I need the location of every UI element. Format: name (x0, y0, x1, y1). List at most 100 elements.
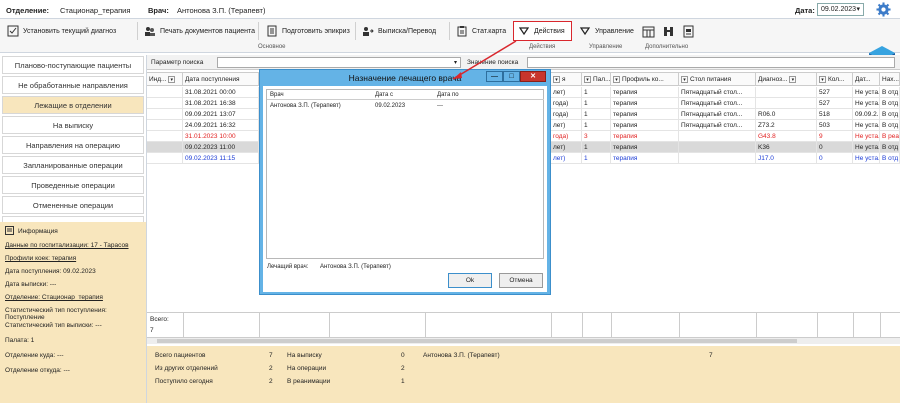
cell-dat: Не уста... (853, 87, 880, 98)
col-header-diet[interactable]: ▾ Стол питания (679, 73, 756, 86)
management-dropdown-button[interactable]: Управление (574, 21, 635, 41)
nav-operation-referrals[interactable]: Направления на операцию (2, 136, 144, 154)
cell-ward: 1 (582, 109, 611, 120)
cell-ward: 1 (582, 87, 611, 98)
doctor-value: Антонова З.П. (Терапевт) (177, 6, 266, 15)
group-actions-label: Действия (529, 44, 556, 50)
report-button[interactable] (678, 21, 696, 41)
discharge-transfer-button[interactable]: Выписка/Перевод (357, 21, 438, 41)
cell-index (147, 87, 183, 98)
horizontal-scrollbar[interactable] (147, 337, 900, 344)
col-header-ward[interactable]: ▾ Пал... (582, 73, 611, 86)
dialog-body: Врач Дата с Дата по Антонова З.П. (Терап… (263, 86, 547, 292)
search-param-select[interactable]: ▾ (217, 57, 461, 68)
row-doctor-cell[interactable]: Антонова З.П. (Терапевт) (267, 101, 372, 111)
row-date-to-cell[interactable]: --- (434, 101, 544, 111)
cell-dat: Не уста... (853, 131, 880, 142)
gear-icon[interactable] (876, 2, 891, 17)
actions-dropdown-button[interactable]: Действия (513, 21, 572, 41)
attending-doctor-footer: Лечащий врач: Антонова З.П. (Терапевт) (267, 264, 391, 270)
group-main-label: Основное (258, 44, 286, 50)
summary-total-label: Всего пациентов (155, 352, 206, 359)
nav-unprocessed-referrals[interactable]: Не обработанные направления (2, 76, 144, 94)
summary-panel: Всего пациентов 7 Из других отделений 2 … (147, 346, 900, 403)
col-header-dat[interactable]: Дат... (853, 73, 880, 86)
cell-age: лет) (551, 153, 582, 164)
row-date-from-cell[interactable]: 09.02.2023 (372, 101, 434, 111)
scrollbar-thumb[interactable] (157, 339, 797, 343)
col-header-age[interactable]: ▾ я (551, 73, 582, 86)
stat-card-button[interactable]: Стат.карта (451, 21, 508, 41)
cell-nah: В отд (880, 142, 900, 153)
cell-index (147, 153, 183, 164)
set-diagnosis-button[interactable]: Установить текущий диагноз (2, 21, 118, 41)
info-profile-link[interactable]: Профили коек: терапия (5, 255, 141, 262)
cell-index (147, 120, 183, 131)
col-doctor[interactable]: Врач (267, 90, 372, 100)
info-dept-from: Отделение откуда: --- (5, 367, 70, 374)
search-param-label: Параметр поиска (151, 59, 204, 66)
cell-diet (679, 131, 756, 142)
people-icon (143, 25, 156, 38)
summary-doctor-label: Антонова З.П. (Терапевт) (423, 352, 500, 359)
date-picker[interactable]: 09.02.2023 ▾ (817, 3, 864, 16)
col-header-admit-date[interactable]: Дата поступления (183, 73, 259, 86)
calendar-grid-button[interactable] (638, 21, 656, 41)
group-management-label: Управление (589, 44, 623, 50)
report-icon (682, 25, 695, 38)
col-header-nah[interactable]: Нах... (880, 73, 900, 86)
nav-to-discharge[interactable]: На выписку (2, 116, 144, 134)
minimize-button[interactable]: — (486, 71, 503, 82)
prepare-epicrisis-button[interactable]: Подготовить эпикриз (261, 21, 351, 41)
cell-profile: терапия (611, 98, 679, 109)
cell-profile: терапия (611, 87, 679, 98)
binoculars-button[interactable] (658, 21, 676, 41)
cell-ward: 1 (582, 142, 611, 153)
col-header-profile[interactable]: ▾ Профиль ко... (611, 73, 679, 86)
nav-performed-operations[interactable]: Проведенные операции (2, 176, 144, 194)
top-header: Отделение: Стационар_терапия Врач: Антон… (0, 0, 900, 19)
col-header-beds[interactable]: ▾ Кол... (817, 73, 853, 86)
cell-profile: терапия (611, 120, 679, 131)
cell-profile: терапия (611, 153, 679, 164)
maximize-button[interactable]: □ (503, 71, 520, 82)
info-hosp-link[interactable]: Данные по госпитализации: 17 - Тарасов (5, 242, 141, 249)
cell-profile: терапия (611, 131, 679, 142)
nav-planned-operations[interactable]: Запланированные операции (2, 156, 144, 174)
summary-admitted-label: Поступило сегодня (155, 378, 213, 385)
col-date-to[interactable]: Дата по (434, 90, 544, 100)
info-ward: Палата: 1 (5, 337, 35, 344)
cell-nah: В отд (880, 87, 900, 98)
close-button[interactable]: ✕ (520, 71, 546, 82)
col-date-from[interactable]: Дата с (372, 90, 434, 100)
summary-reanim-value: 1 (401, 378, 405, 385)
cancel-button[interactable]: Отмена (499, 273, 543, 288)
cell-ward: 3 (582, 131, 611, 142)
cell-ward: 1 (582, 153, 611, 164)
nav-planned-patients[interactable]: Планово-поступающие пациенты (2, 56, 144, 74)
cell-beds: 503 (817, 120, 853, 131)
col-header-index[interactable]: Инд... ▾ (147, 73, 183, 86)
col-header-diagnosis[interactable]: Диагноз... ▾ (756, 73, 817, 86)
filter-icon: ▾ (613, 76, 620, 83)
cell-beds: 518 (817, 109, 853, 120)
calendar-icon (642, 25, 655, 38)
cell-index (147, 131, 183, 142)
ok-button[interactable]: Ok (448, 273, 492, 288)
document-icon (265, 25, 278, 38)
info-panel: Информация Данные по госпитализации: 17 … (0, 222, 147, 403)
cell-admit-date: 09.09.2021 13:07 (183, 109, 259, 120)
cell-age: лет) (551, 142, 582, 153)
cell-age: года) (551, 98, 582, 109)
group-extra-label: Дополнительно (645, 44, 689, 50)
nav-cancelled-operations[interactable]: Отмененные операции (2, 196, 144, 214)
summary-admitted-value: 2 (269, 378, 273, 385)
person-transfer-icon (361, 25, 374, 38)
ribbon-toolbar: Установить текущий диагноз Печать докуме… (0, 19, 900, 70)
attending-doctor-value: Антонова З.П. (Терапевт) (320, 264, 391, 270)
print-documents-button[interactable]: Печать документов пациента (139, 21, 257, 41)
info-department-link[interactable]: Отделение: Стационар_терапия (5, 294, 141, 301)
cell-diet: Пятнадцатый стол... (679, 120, 756, 131)
search-value-input[interactable] (527, 57, 895, 68)
nav-in-department[interactable]: Лежащие в отделении (2, 96, 144, 114)
